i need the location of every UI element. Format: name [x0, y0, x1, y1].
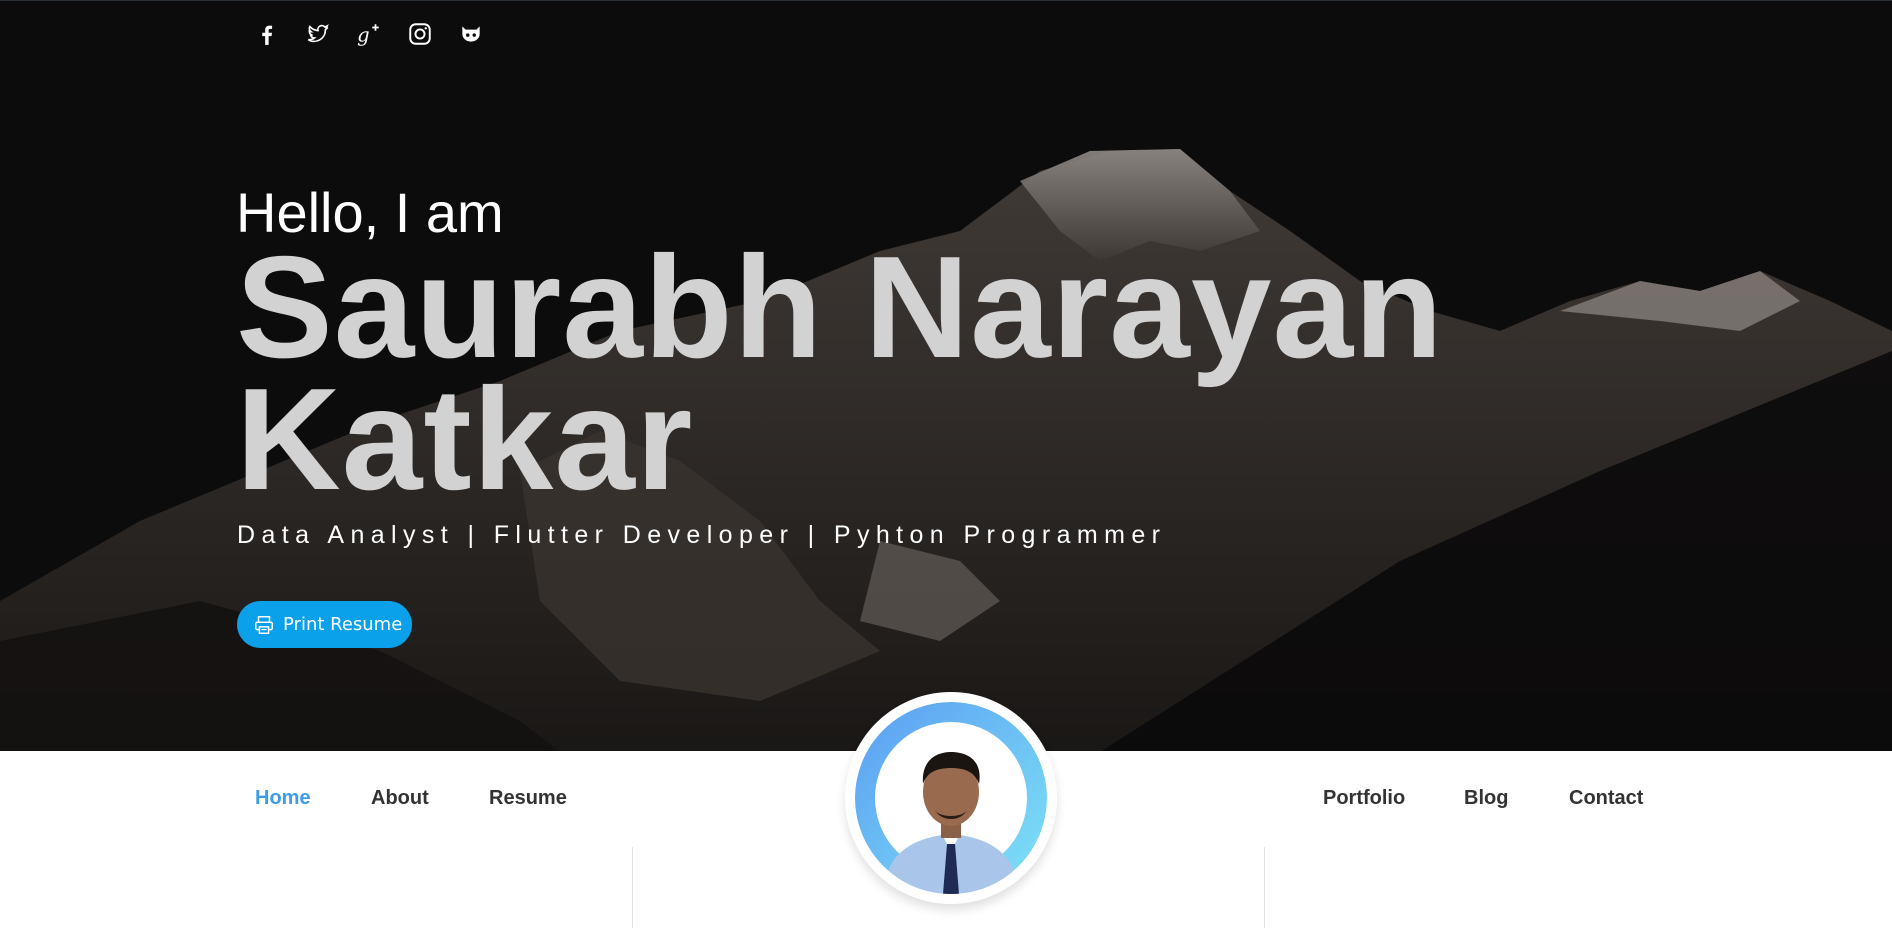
avatar	[855, 702, 1047, 894]
nav-blog[interactable]: Blog	[1464, 787, 1508, 810]
github-icon[interactable]	[456, 19, 485, 48]
nav-contact[interactable]: Contact	[1569, 787, 1643, 810]
hero-section: g Hello, I am Saurabh Narayan Katkar Dat…	[0, 0, 1892, 751]
hero-name: Saurabh Narayan Katkar	[236, 226, 1536, 520]
column-divider	[632, 847, 633, 928]
nav-portfolio[interactable]: Portfolio	[1323, 787, 1405, 810]
google-plus-icon[interactable]: g	[354, 19, 383, 48]
printer-icon	[253, 614, 275, 636]
svg-text:g: g	[357, 23, 369, 46]
instagram-icon[interactable]	[405, 19, 434, 48]
facebook-icon[interactable]	[252, 19, 281, 48]
hero-name-line-2: Katkar	[236, 358, 694, 520]
hero-tagline: Data Analyst | Flutter Developer | Pyhto…	[237, 521, 1167, 549]
social-links: g	[252, 19, 485, 48]
nav-home[interactable]: Home	[255, 787, 311, 810]
column-divider	[1264, 847, 1265, 928]
print-resume-label: Print Resume	[283, 614, 403, 635]
nav-about[interactable]: About	[371, 787, 429, 810]
nav-resume[interactable]: Resume	[489, 787, 567, 810]
hero-name-line-1: Saurabh Narayan	[236, 226, 1444, 388]
print-resume-button[interactable]: Print Resume	[237, 601, 412, 648]
profile-photo-frame	[845, 692, 1057, 904]
twitter-icon[interactable]	[303, 19, 332, 48]
